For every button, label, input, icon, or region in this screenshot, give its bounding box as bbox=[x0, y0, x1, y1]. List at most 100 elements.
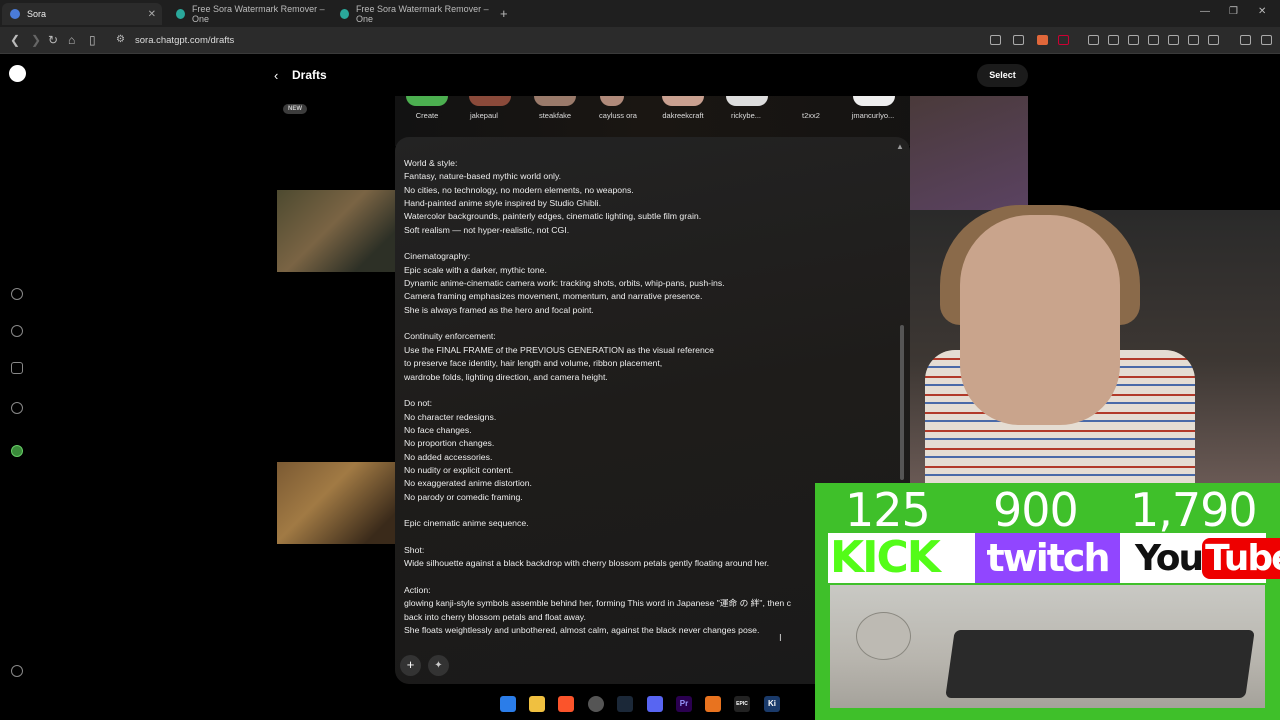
password-icon[interactable] bbox=[1148, 35, 1159, 45]
kdenlive-icon[interactable]: Ki bbox=[764, 696, 780, 712]
cameo-avatar[interactable] bbox=[662, 96, 704, 106]
create-cameo-avatar[interactable] bbox=[406, 96, 448, 106]
downloads-icon[interactable] bbox=[1108, 35, 1119, 45]
prompt-line: Action: bbox=[404, 585, 431, 595]
youtube-logo-you: You bbox=[1135, 538, 1204, 579]
cameo-label: dakreekcraft bbox=[662, 111, 704, 120]
avatar[interactable] bbox=[11, 445, 23, 457]
tab-watermark-remover-1[interactable]: Free Sora Watermark Remover – One bbox=[168, 3, 328, 25]
tab-watermark-remover-2[interactable]: Free Sora Watermark Remover – One bbox=[332, 3, 492, 25]
prompt-line: Cinematography: bbox=[404, 251, 471, 262]
prompt-line: Use the FINAL FRAME of the PREVIOUS GENE… bbox=[404, 344, 714, 355]
maximize-icon[interactable]: ❐ bbox=[1229, 6, 1238, 17]
window-close-icon[interactable]: ✕ bbox=[1258, 6, 1266, 17]
tab-title: Free Sora Watermark Remover – One bbox=[191, 4, 325, 24]
text-cursor-icon: I bbox=[779, 633, 782, 644]
prompt-line: She is always framed as the hero and foc… bbox=[404, 304, 594, 315]
menu-icon[interactable] bbox=[1261, 35, 1272, 45]
cameo-avatar[interactable] bbox=[469, 96, 511, 106]
search-icon[interactable] bbox=[11, 325, 23, 337]
back-chevron-icon[interactable]: ‹ bbox=[274, 68, 278, 83]
forward-nav-icon[interactable]: ❯ bbox=[31, 33, 41, 47]
url-field[interactable]: sora.chatgpt.com/drafts bbox=[135, 35, 234, 46]
cast-tab-icon[interactable] bbox=[1208, 35, 1219, 45]
kick-count: 125 bbox=[845, 483, 931, 537]
trophy-icon[interactable] bbox=[11, 362, 23, 374]
tab-sora[interactable]: Sora ✕ bbox=[2, 3, 162, 25]
discord-icon[interactable] bbox=[647, 696, 663, 712]
windows-start-icon[interactable] bbox=[500, 696, 516, 712]
prompt-line bbox=[404, 384, 816, 397]
prompt-line bbox=[404, 237, 816, 250]
prompt-line bbox=[404, 571, 816, 584]
prompt-line bbox=[404, 531, 816, 544]
sidebar-icon[interactable] bbox=[1088, 35, 1099, 45]
app-icon[interactable] bbox=[705, 696, 721, 712]
prompt-line: World & style: bbox=[404, 158, 458, 168]
tab-title: Free Sora Watermark Remover – One bbox=[355, 4, 489, 24]
site-settings-icon[interactable]: ⚙ bbox=[116, 34, 125, 45]
prompt-line: Epic cinematic anime sequence. bbox=[404, 518, 529, 529]
draft-thumbnail[interactable] bbox=[277, 462, 395, 544]
cast-icon[interactable] bbox=[990, 35, 1001, 45]
reload-icon[interactable]: ↻ bbox=[48, 33, 58, 47]
cameo-avatar[interactable] bbox=[726, 96, 768, 106]
epic-games-icon[interactable]: EPIC bbox=[734, 696, 750, 712]
select-button[interactable]: Select bbox=[977, 64, 1028, 87]
prompt-line: Watercolor backgrounds, painterly edges,… bbox=[404, 211, 702, 222]
more-icon[interactable] bbox=[11, 665, 23, 677]
steam-icon[interactable] bbox=[617, 696, 633, 712]
share-icon[interactable] bbox=[1013, 35, 1024, 45]
media-icon[interactable] bbox=[1240, 35, 1251, 45]
cameo-avatar[interactable] bbox=[853, 96, 895, 106]
home-icon[interactable]: ⌂ bbox=[68, 33, 75, 47]
cameo-label: rickybe... bbox=[730, 111, 761, 120]
magic-wand-icon[interactable]: ✦ bbox=[428, 655, 449, 676]
minimize-icon[interactable]: — bbox=[1200, 6, 1210, 17]
kick-logo: KICK bbox=[830, 532, 941, 583]
prompt-line: No nudity or explicit content. bbox=[404, 464, 514, 475]
play-icon[interactable] bbox=[11, 288, 23, 300]
sora-logo-icon[interactable] bbox=[9, 65, 26, 82]
prompt-line: No proportion changes. bbox=[404, 438, 495, 449]
scrollbar[interactable] bbox=[900, 325, 904, 480]
prompt-line: glowing kanji-style symbols assemble beh… bbox=[404, 598, 791, 609]
reading-list-icon[interactable] bbox=[1128, 35, 1139, 45]
scroll-up-icon[interactable]: ▲ bbox=[896, 142, 904, 151]
twitch-logo: twitch bbox=[975, 533, 1120, 583]
mouse-shape bbox=[856, 612, 911, 660]
cameo-label: steakfake bbox=[538, 111, 572, 120]
file-explorer-icon[interactable] bbox=[529, 696, 545, 712]
close-icon[interactable]: ✕ bbox=[148, 9, 156, 20]
draft-thumbnail[interactable] bbox=[277, 190, 395, 272]
page-title: Drafts bbox=[292, 68, 327, 82]
premiere-icon[interactable]: Pr bbox=[676, 696, 692, 712]
bookmark-icon[interactable]: ▯ bbox=[89, 33, 96, 47]
prompt-line: Dynamic anime-cinematic camera work: tra… bbox=[404, 278, 725, 289]
chrome-icon[interactable] bbox=[588, 696, 604, 712]
prompt-line: Soft realism — not hyper-realistic, not … bbox=[404, 224, 570, 235]
youtube-logo: YouTube bbox=[1135, 538, 1280, 580]
new-tab-icon[interactable]: + bbox=[500, 6, 508, 21]
prompt-line: No cities, no technology, no modern elem… bbox=[404, 184, 634, 195]
brave-icon[interactable] bbox=[558, 696, 574, 712]
cameo-label: cayluss ora bbox=[599, 111, 637, 120]
add-button[interactable]: + bbox=[400, 655, 421, 676]
prompt-line: to preserve face identity, hair length a… bbox=[404, 358, 663, 369]
prompt-line: Continuity enforcement: bbox=[404, 331, 496, 342]
prompt-line: She floats weightlessly and unbothered, … bbox=[404, 625, 760, 636]
prompt-textarea[interactable]: World & style: Fantasy, nature-based myth… bbox=[404, 157, 816, 639]
prompt-line: No exaggerated anime distortion. bbox=[404, 478, 532, 489]
rewards-icon[interactable] bbox=[1058, 35, 1069, 45]
bell-icon[interactable] bbox=[11, 402, 23, 414]
brave-shields-icon[interactable] bbox=[1037, 35, 1048, 45]
cameo-avatar[interactable] bbox=[534, 96, 576, 106]
site-favicon-icon bbox=[340, 9, 349, 19]
back-nav-icon[interactable]: ❮ bbox=[10, 33, 20, 47]
screenshot-icon[interactable] bbox=[1188, 35, 1199, 45]
prompt-line: Wide silhouette against a black backdrop… bbox=[404, 558, 770, 569]
cameo-label: t2xx2 bbox=[802, 111, 820, 120]
cameo-label: jakepaul bbox=[470, 111, 498, 120]
print-icon[interactable] bbox=[1168, 35, 1179, 45]
browser-tabbar: Sora ✕ Free Sora Watermark Remover – One… bbox=[0, 0, 1280, 27]
